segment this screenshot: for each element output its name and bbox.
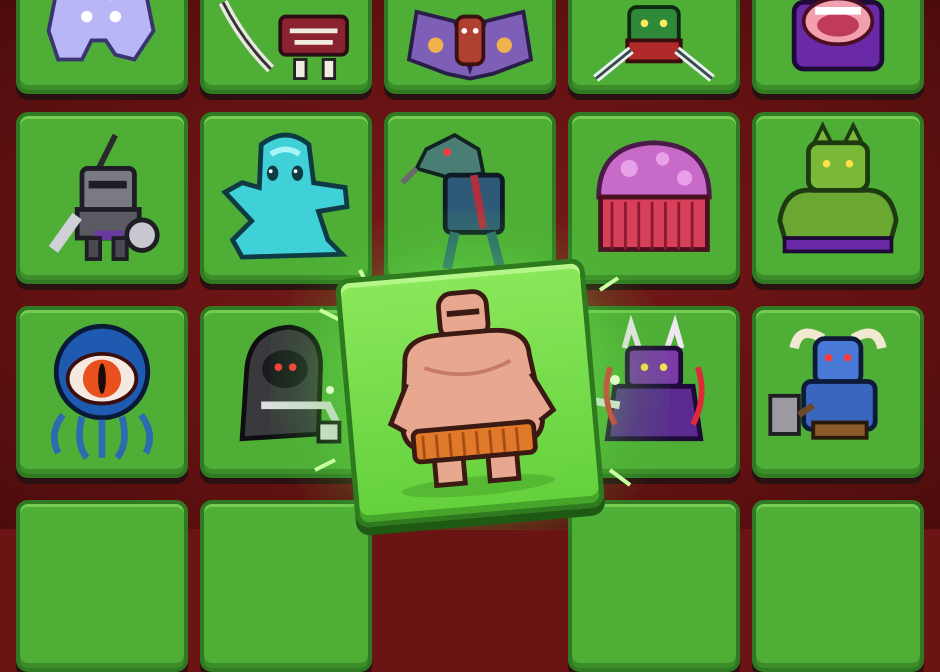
monster-tile-moth-beast[interactable] [384, 0, 556, 94]
monster-tile-bird-warrior[interactable] [384, 112, 556, 284]
monster-tile-ice-golem[interactable] [16, 0, 188, 94]
sumo-brute-icon [387, 289, 557, 498]
ice-golem-icon [46, 0, 156, 62]
monster-tile-row4-4[interactable] [568, 500, 740, 672]
scythe-skeleton-icon [218, 0, 349, 80]
bird-warrior-icon [400, 132, 506, 270]
goblin-blades-icon [593, 5, 715, 82]
monster-tile-tentacle-eye[interactable] [16, 306, 188, 478]
selected-monster-tile[interactable] [334, 257, 606, 529]
tentacle-eye-icon [51, 323, 153, 460]
jellyfish-icon [596, 140, 712, 252]
monster-tile-jellyfish[interactable] [568, 112, 740, 284]
green-ogre-icon [777, 121, 899, 254]
monster-tile-green-ogre[interactable] [752, 112, 924, 284]
monster-tile-cyan-ghost[interactable] [200, 112, 372, 284]
monster-tile-armored-knight[interactable] [16, 112, 188, 284]
screaming-mouth-icon [791, 0, 885, 72]
monster-tile-row4-2[interactable] [200, 500, 372, 672]
monster-tile-scythe-skeleton[interactable] [200, 0, 372, 94]
game-board [0, 0, 940, 672]
minotaur-icon [768, 328, 887, 440]
armored-knight-icon [48, 133, 160, 261]
moth-beast-icon [406, 9, 534, 81]
monster-tile-row4-5[interactable] [752, 500, 924, 672]
monster-tile-row4-1[interactable] [16, 500, 188, 672]
monster-tile-goblin-blades[interactable] [568, 0, 740, 94]
cyan-ghost-icon [221, 132, 350, 260]
monster-tile-minotaur[interactable] [752, 306, 924, 478]
monster-tile-screaming-mouth[interactable] [752, 0, 924, 94]
